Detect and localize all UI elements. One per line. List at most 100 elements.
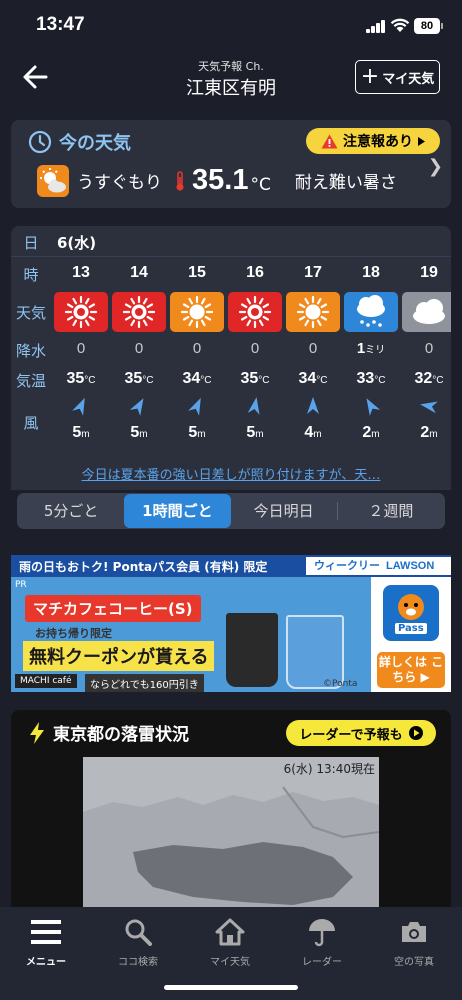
sun-icon: [286, 292, 340, 332]
wind-speed-value: 4m: [304, 424, 322, 441]
forecast-comment-bar: 今日は夏本番の強い日差しが照り付けますが、天…: [11, 458, 451, 490]
radar-forecast-button[interactable]: レーダーで予報も: [286, 720, 436, 746]
wind-speed-unit: m: [313, 429, 322, 440]
ad-pr-label: PR: [15, 580, 27, 590]
precip-value: 0: [134, 340, 144, 357]
precip-value: 0: [250, 340, 260, 357]
radar-forecast-label: レーダーで予報も: [299, 727, 403, 743]
segment-2weeks[interactable]: ２週間: [338, 494, 444, 528]
clock-icon: [28, 130, 52, 154]
tab-sky-photos[interactable]: 空の写真: [368, 915, 460, 968]
tab-search-label: ココ検索: [118, 957, 158, 968]
current-description: 耐え難い暑さ: [294, 173, 397, 193]
current-weather-row: うすぐもり 35.1 °C 耐え難い暑さ: [37, 164, 397, 197]
row-label-wind: 風: [23, 414, 39, 432]
ad-top-bar: 雨の日もおトク! Pontaパス会員 (有料) 限定 ウィークリー LAWSON: [11, 555, 451, 577]
temperature-unit: °C: [374, 375, 386, 386]
precip-value: 0: [308, 340, 318, 357]
wind-speed-value: 2m: [362, 424, 380, 441]
temperature-value: 32°C: [414, 370, 444, 387]
status-time: 13:47: [36, 14, 85, 35]
temperature-value: 35°C: [66, 370, 96, 387]
precip-value: 0: [192, 340, 202, 357]
ad-main-area: PR マチカフェコーヒー(S) お持ち帰り限定 無料クーポンが貰える MACHI…: [11, 577, 371, 692]
chevron-right-icon[interactable]: ❯: [428, 156, 443, 177]
lightning-card: 東京都の落雷状況 レーダーで予報も 6(水) 13:40現在: [11, 710, 451, 910]
thermometer-icon: [176, 170, 184, 190]
tab-radar[interactable]: レーダー: [276, 915, 368, 968]
wind-speed-value: 5m: [130, 424, 148, 441]
coffee-cup-image: [226, 613, 278, 687]
status-bar: 13:47 80: [0, 0, 462, 54]
lightning-bolt-icon: [30, 721, 44, 744]
row-label-date: 日: [23, 234, 39, 252]
umbrella-icon: [276, 915, 368, 949]
lightning-title: 東京都の落雷状況: [53, 725, 189, 745]
search-icon: [92, 915, 184, 949]
current-condition: うすぐもり: [77, 173, 162, 193]
ad-details-button[interactable]: 詳しくは こちら ▶: [377, 652, 445, 688]
segment-5min[interactable]: 5分ごと: [18, 494, 124, 528]
temperature-unit: °C: [258, 375, 270, 386]
rain-cloud-icon: [344, 292, 398, 332]
warning-icon: [321, 134, 338, 148]
hour-value: 19: [420, 264, 438, 281]
wind-speed-unit: m: [81, 429, 90, 440]
temperature-unit: °C: [142, 375, 154, 386]
add-my-weather-button[interactable]: + マイ天気: [355, 60, 440, 94]
forecast-date: 6(水): [57, 234, 97, 252]
hour-value: 16: [246, 264, 264, 281]
lightning-map[interactable]: 6(水) 13:40現在: [83, 757, 379, 910]
precip-value: 1ミリ: [356, 340, 386, 357]
sun-hot-icon: [54, 292, 108, 332]
tab-menu[interactable]: メニュー: [0, 915, 92, 968]
ad-discount-text: ならどれでも160円引き: [85, 674, 204, 692]
segment-today-tomorrow[interactable]: 今日明日: [231, 494, 337, 528]
temperature-unit: °C: [200, 375, 212, 386]
cellular-signal-icon: [366, 20, 386, 33]
ad-weekly-label: ウィークリー LAWSON: [306, 557, 451, 575]
home-indicator: [164, 985, 298, 990]
ad-banner[interactable]: 雨の日もおトク! Pontaパス会員 (有料) 限定 ウィークリー LAWSON …: [11, 555, 451, 692]
precip-unit: ミリ: [365, 345, 386, 356]
current-weather-card[interactable]: 今の天気 注意報あり うすぐもり 35.1 °C 耐え難い暑さ ❯: [11, 120, 451, 208]
tab-radar-label: レーダー: [302, 957, 342, 968]
home-icon: [184, 915, 276, 949]
sun-hot-icon: [228, 292, 282, 332]
segment-hourly[interactable]: 1時間ごと: [124, 494, 231, 528]
hourly-forecast: 日 6(水) 時 天気 降水 気温 風 13 0 35°C 5m 14 0 35°C 5m 15…: [11, 226, 451, 458]
row-label-weather: 天気: [15, 304, 46, 322]
wind-direction-arrow-icon: [419, 396, 439, 416]
map-timestamp: 6(水) 13:40現在: [283, 762, 375, 776]
cloud-icon: [402, 292, 451, 332]
battery-icon: 80: [414, 18, 443, 34]
row-label-precip: 降水: [15, 342, 46, 360]
plus-icon: +: [360, 64, 380, 89]
add-my-weather-label: マイ天気: [382, 71, 435, 87]
tab-my-weather[interactable]: マイ天気: [184, 915, 276, 968]
alert-badge[interactable]: 注意報あり: [306, 128, 440, 154]
tab-search[interactable]: ココ検索: [92, 915, 184, 968]
interval-segmented-control: 5分ごと 1時間ごと 今日明日 ２週間: [17, 493, 445, 529]
ad-coupon-headline: 無料クーポンが貰える: [23, 641, 215, 671]
precip-value: 0: [76, 340, 86, 357]
wind-speed-value: 5m: [188, 424, 206, 441]
sun-icon: [170, 292, 224, 332]
wind-speed-unit: m: [255, 429, 264, 440]
wind-speed-unit: m: [197, 429, 206, 440]
wind-direction-arrow-icon: [71, 396, 91, 416]
temperature-value: 35°C: [240, 370, 270, 387]
wind-speed-unit: m: [371, 429, 380, 440]
divider: [11, 256, 451, 257]
ad-copyright: ©Ponta: [323, 679, 358, 689]
triangle-right-icon: [418, 136, 425, 146]
forecast-comment-link[interactable]: 今日は夏本番の強い日差しが照り付けますが、天…: [11, 464, 451, 483]
tab-menu-label: メニュー: [26, 957, 66, 968]
camera-icon: [368, 915, 460, 949]
wind-speed-value: 5m: [72, 424, 90, 441]
wind-speed-unit: m: [139, 429, 148, 440]
play-circle-icon: [408, 726, 423, 740]
ad-takeout-label: お持ち帰り限定: [35, 627, 112, 640]
wind-speed-value: 5m: [246, 424, 264, 441]
menu-icon: [0, 915, 92, 949]
